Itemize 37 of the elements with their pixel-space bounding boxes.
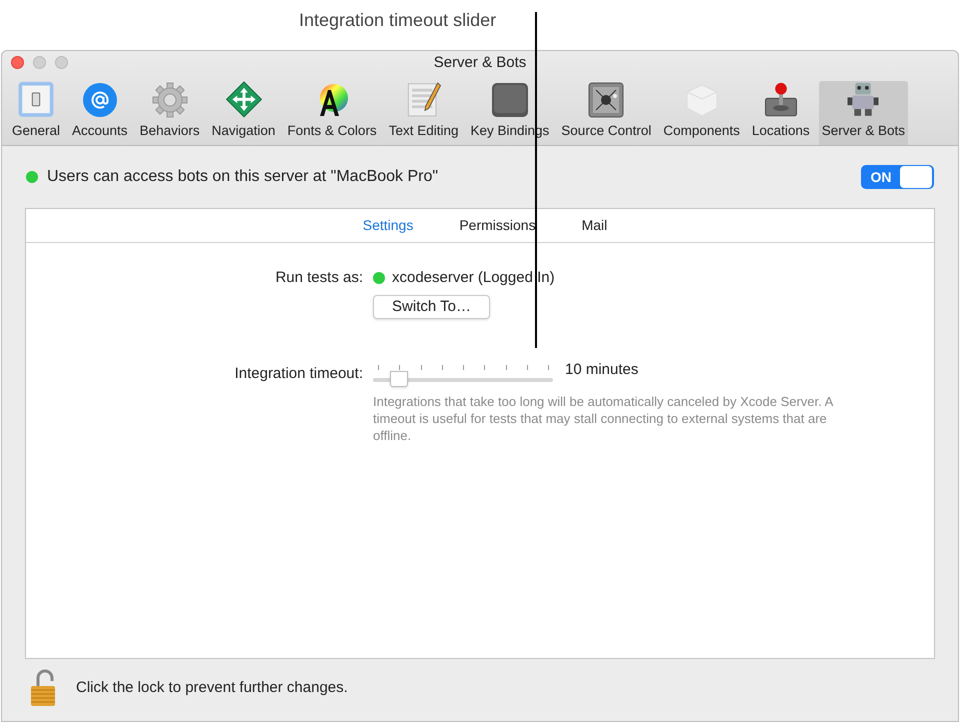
tab[interactable]: Settings [362, 215, 414, 236]
help-text: Integrations that take too long will be automatically canceled by Xcode Server. A timeout is useful for tests that may stall connecting to external systems that are offline. [373, 393, 834, 444]
toolbar-tab[interactable]: Accounts [69, 81, 131, 145]
timeout-value: 10 minutes [565, 360, 638, 380]
tab[interactable]: Permissions [459, 215, 536, 236]
keyboard-key-icon [490, 82, 529, 118]
user-name: xcodeserver (Logged In) [392, 268, 555, 288]
toolbar-tab[interactable]: Source Control [558, 81, 654, 145]
toolbar-tab[interactable]: Server & Bots [818, 81, 908, 145]
robot-icon [845, 81, 882, 118]
arrows-icon [224, 81, 262, 118]
at-sign-icon [82, 82, 118, 118]
toolbar-tab[interactable]: Navigation [208, 81, 278, 145]
toolbar-tab[interactable]: Components [660, 81, 743, 145]
safe-icon [588, 82, 624, 118]
tab[interactable]: Mail [582, 215, 608, 236]
close-button[interactable] [11, 56, 24, 69]
timeout-slider[interactable] [373, 363, 553, 387]
toolbar-tab[interactable]: Behaviors [136, 81, 203, 145]
field-label: Integration timeout: [234, 364, 363, 384]
status-text: Users can access bots on this server at "MacBook Pro" [47, 167, 438, 187]
toolbar-tab[interactable]: Locations [748, 81, 813, 145]
minimize-button[interactable] [33, 56, 46, 69]
toolbar-tab[interactable]: Fonts & Colors [284, 81, 380, 145]
field-label: Run tests as: [274, 268, 363, 288]
switch-icon [16, 81, 56, 118]
toolbar-tab[interactable]: General [9, 81, 64, 145]
on-off-switch[interactable]: ON [861, 165, 934, 189]
lock-hint: Click the lock to prevent further changes. [76, 678, 348, 698]
callout-label: Integration timeout slider [299, 9, 496, 32]
toolbar-tab[interactable]: Text Editing [386, 81, 462, 145]
switch-to-button[interactable]: Switch To… [373, 294, 490, 318]
joystick-icon [762, 81, 799, 118]
window-title: Server & Bots [434, 52, 526, 73]
padlock-icon[interactable] [30, 669, 58, 707]
zoom-button[interactable] [55, 56, 68, 69]
gear-icon [152, 82, 188, 118]
